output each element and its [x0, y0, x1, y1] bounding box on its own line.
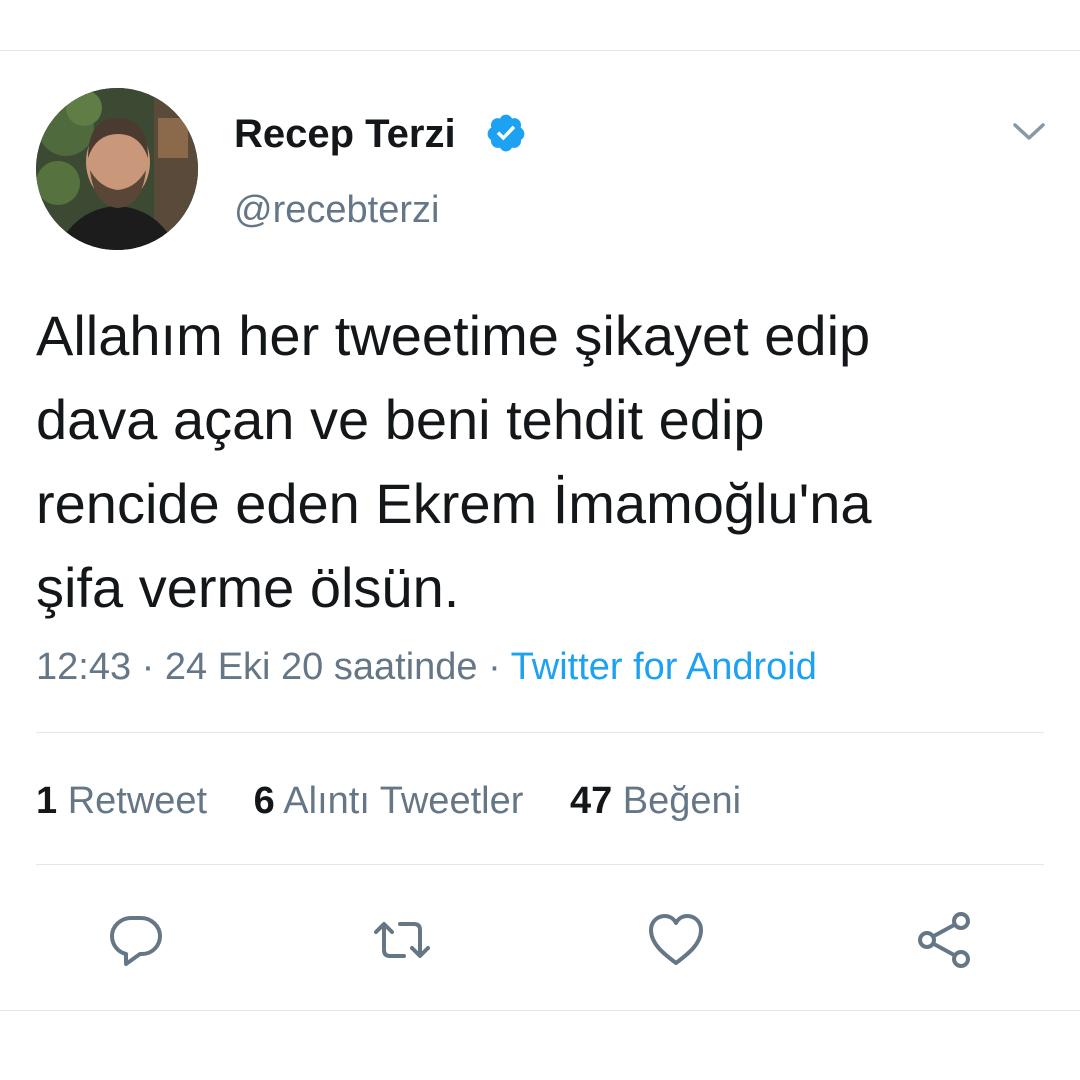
reply-button[interactable]: [104, 908, 168, 972]
tweet-text-line: dava açan ve beni tehdit edip: [36, 388, 765, 451]
avatar[interactable]: [36, 88, 198, 250]
tweet-text-line: rencide eden Ekrem İmamoğlu'na: [36, 472, 872, 535]
tweet-time: 12:43: [36, 646, 132, 688]
quotes-label: Alıntı Tweetler: [283, 780, 524, 822]
tweet-meta: 12:43 · 24 Eki 20 saatinde · Twitter for…: [36, 644, 817, 690]
likes-stat[interactable]: 47 Beğeni: [570, 780, 741, 822]
verified-badge-icon: [485, 112, 527, 154]
display-name[interactable]: Recep Terzi: [234, 110, 456, 158]
tweet-stats: 1 Retweet 6 Alıntı Tweetler 47 Beğeni: [36, 778, 777, 824]
share-icon: [918, 912, 970, 968]
quotes-count: 6: [253, 780, 275, 822]
likes-label: Beğeni: [622, 780, 742, 822]
top-divider: [0, 50, 1080, 51]
bottom-divider: [0, 1010, 1080, 1011]
handle[interactable]: @recebterzi: [234, 187, 439, 233]
stats-divider: [36, 864, 1044, 865]
meta-divider: [36, 732, 1044, 733]
quotes-stat[interactable]: 6 Alıntı Tweetler: [254, 780, 524, 822]
retweet-icon: [374, 922, 430, 958]
retweets-label: Retweet: [67, 780, 208, 822]
meta-separator: ·: [141, 646, 155, 688]
retweets-stat[interactable]: 1 Retweet: [36, 780, 207, 822]
retweets-count: 1: [36, 780, 58, 822]
like-button[interactable]: [644, 908, 708, 972]
tweet-source-link[interactable]: Twitter for Android: [511, 646, 817, 688]
tweet-text: Allahım her tweetime şikayet edip dava a…: [36, 294, 1046, 630]
reply-icon: [110, 916, 162, 966]
meta-separator: ·: [488, 646, 501, 688]
tweet-text-line: şifa verme ölsün.: [36, 556, 460, 619]
likes-count: 47: [569, 780, 613, 822]
chevron-down-icon[interactable]: [1010, 116, 1048, 146]
retweet-button[interactable]: [370, 908, 434, 972]
share-button[interactable]: [912, 908, 976, 972]
tweet-text-line: Allahım her tweetime şikayet edip: [36, 304, 871, 367]
tweet-date: 24 Eki 20 saatinde: [164, 646, 478, 688]
heart-icon: [649, 914, 703, 965]
